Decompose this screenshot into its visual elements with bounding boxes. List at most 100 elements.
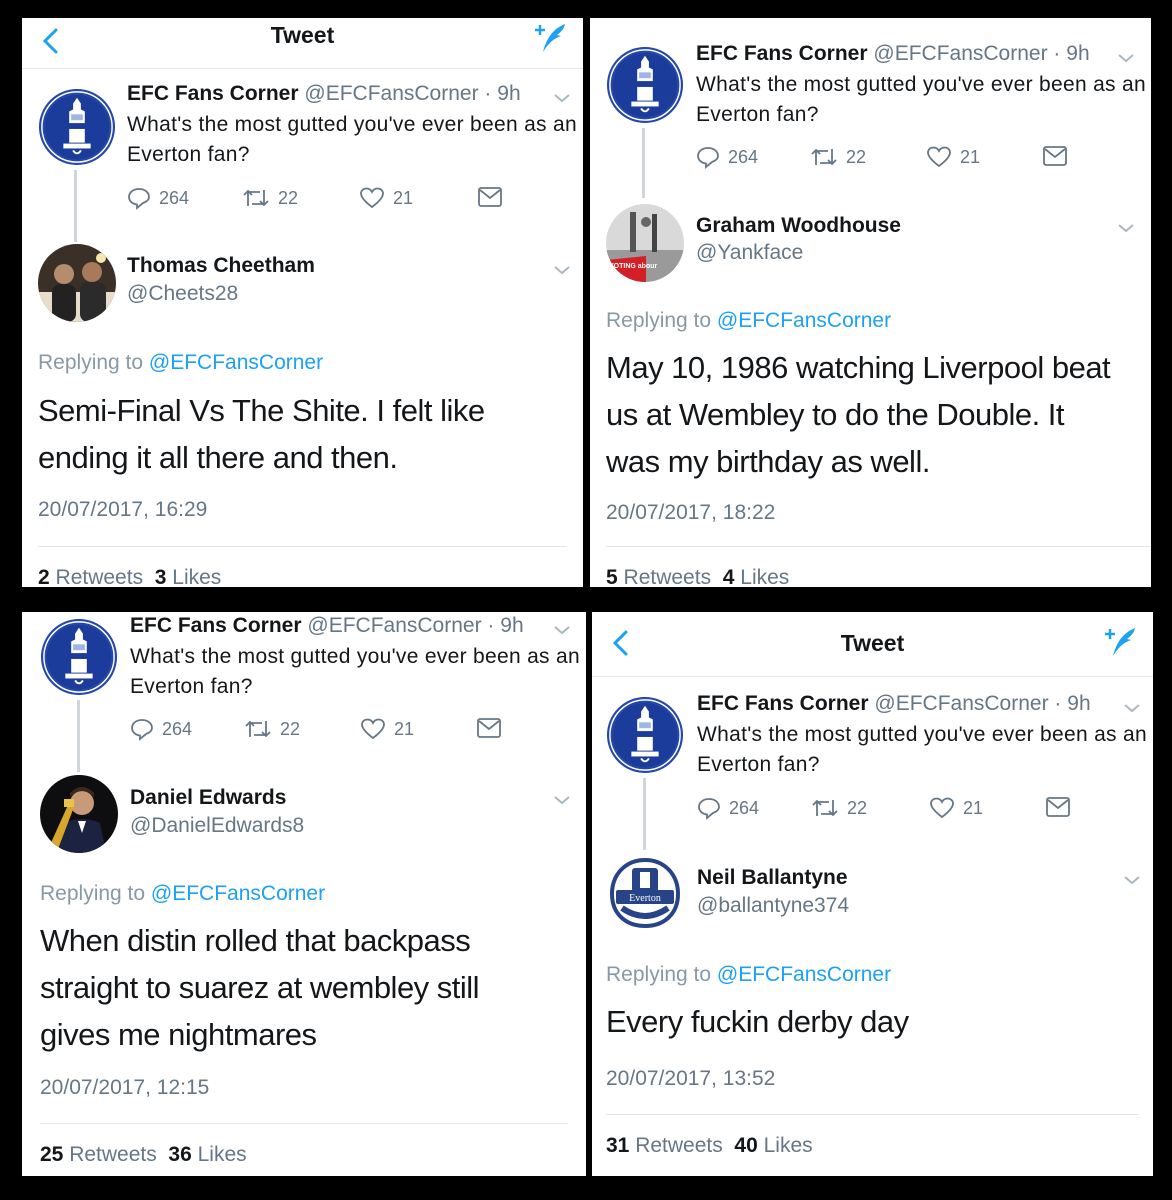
like-button[interactable]: 21 bbox=[926, 145, 980, 169]
efc-avatar[interactable] bbox=[606, 46, 684, 124]
chevron-down-icon[interactable] bbox=[1123, 874, 1141, 886]
replying-to: Replying to @EFCFansCorner bbox=[40, 882, 326, 905]
reply-text: When distin rolled that backpass straigh… bbox=[40, 923, 480, 1052]
reply-author-handle[interactable]: @ballantyne374 bbox=[697, 894, 849, 918]
engagement-stats: 31 Retweets 40 Likes bbox=[606, 1134, 813, 1157]
divider bbox=[606, 1114, 1139, 1115]
original-header: EFC Fans Corner @EFCFansCorner · 9h bbox=[697, 692, 1091, 715]
tweet-panel-neil: Tweet EFC Fans Corner @EFCFansCorner · 9… bbox=[592, 612, 1153, 1176]
divider bbox=[606, 546, 1151, 547]
original-actions: 264 22 21 bbox=[696, 145, 1096, 171]
direct-message-button[interactable] bbox=[1045, 796, 1071, 818]
chevron-down-icon[interactable] bbox=[553, 264, 571, 276]
reply-text: May 10, 1986 watching Liverpool beat us … bbox=[606, 350, 1111, 479]
heart-icon bbox=[927, 146, 951, 168]
compose-tweet-icon[interactable] bbox=[1101, 624, 1139, 660]
replying-to: Replying to @EFCFansCorner bbox=[606, 963, 892, 986]
original-text: What's the most gutted you've ever been … bbox=[697, 723, 1147, 776]
reply-icon bbox=[128, 188, 150, 210]
reply-author-name[interactable]: Thomas Cheetham bbox=[127, 254, 315, 278]
mention-link[interactable]: @EFCFansCorner bbox=[717, 963, 891, 986]
original-actions: 264 22 21 bbox=[697, 796, 1097, 822]
like-button[interactable]: 21 bbox=[359, 186, 413, 210]
direct-message-icon bbox=[1043, 146, 1067, 166]
original-header: EFC Fans Corner @EFCFansCorner · 9h bbox=[696, 42, 1090, 65]
reply-author-handle[interactable]: @Yankface bbox=[696, 241, 803, 265]
mention-link[interactable]: @EFCFansCorner bbox=[149, 351, 323, 374]
thread-line bbox=[77, 700, 80, 772]
retweet-icon bbox=[243, 189, 269, 207]
direct-message-button[interactable] bbox=[476, 717, 502, 739]
reply-avatar[interactable]: VOTING abour bbox=[606, 204, 684, 282]
heart-icon bbox=[930, 797, 954, 819]
direct-message-icon bbox=[477, 718, 501, 738]
nav-title: Tweet bbox=[270, 22, 335, 48]
reply-button[interactable]: 264 bbox=[696, 145, 758, 169]
nav-title: Tweet bbox=[840, 630, 905, 656]
chevron-down-icon[interactable] bbox=[553, 624, 571, 636]
engagement-stats: 25 Retweets 36 Likes bbox=[40, 1143, 247, 1166]
replying-to: Replying to @EFCFansCorner bbox=[606, 309, 892, 332]
divider bbox=[38, 546, 567, 547]
reply-text: Semi-Final Vs The Shite. I felt like end… bbox=[38, 393, 485, 475]
tweet-panel-graham: EFC Fans Corner @EFCFansCorner · 9h What… bbox=[590, 18, 1151, 587]
reply-avatar[interactable]: Everton bbox=[606, 854, 684, 932]
retweet-button[interactable]: 22 bbox=[242, 186, 298, 210]
direct-message-icon bbox=[478, 187, 502, 207]
reply-avatar[interactable] bbox=[40, 775, 118, 853]
reply-icon bbox=[698, 798, 720, 820]
chevron-down-icon[interactable] bbox=[1117, 52, 1135, 64]
heart-icon bbox=[360, 187, 384, 209]
chevron-down-icon[interactable] bbox=[553, 92, 571, 104]
retweet-icon bbox=[812, 799, 838, 817]
original-actions: 264 22 21 bbox=[127, 186, 527, 212]
direct-message-button[interactable] bbox=[477, 186, 503, 208]
retweet-button[interactable]: 22 bbox=[811, 796, 867, 820]
original-text: What's the most gutted you've ever been … bbox=[130, 645, 580, 698]
reply-avatar[interactable] bbox=[38, 244, 116, 322]
direct-message-button[interactable] bbox=[1042, 145, 1068, 167]
reply-author-handle[interactable]: @Cheets28 bbox=[127, 282, 238, 306]
avatar-badge-text: Everton bbox=[629, 893, 661, 904]
like-button[interactable]: 21 bbox=[929, 796, 983, 820]
thread-line bbox=[74, 170, 77, 242]
divider bbox=[40, 1123, 568, 1124]
chevron-down-icon[interactable] bbox=[1123, 702, 1141, 714]
original-actions: 264 22 21 bbox=[130, 717, 530, 743]
timestamp: 20/07/2017, 13:52 bbox=[606, 1067, 776, 1090]
original-header: EFC Fans Corner @EFCFansCorner · 9h bbox=[130, 614, 524, 637]
reply-button[interactable]: 264 bbox=[127, 186, 189, 210]
retweet-icon bbox=[245, 720, 271, 738]
retweet-button[interactable]: 22 bbox=[244, 717, 300, 741]
engagement-stats: 2 Retweets 3 Likes bbox=[38, 566, 222, 587]
efc-avatar[interactable] bbox=[38, 88, 116, 166]
tweet-panel-daniel: EFC Fans Corner @EFCFansCorner · 9h What… bbox=[22, 612, 586, 1176]
like-button[interactable]: 21 bbox=[360, 717, 414, 741]
efc-avatar[interactable] bbox=[40, 618, 118, 696]
chevron-down-icon[interactable] bbox=[1117, 222, 1135, 234]
efc-avatar[interactable] bbox=[606, 696, 684, 774]
replying-to: Replying to @EFCFansCorner bbox=[38, 351, 324, 374]
retweet-button[interactable]: 22 bbox=[810, 145, 866, 169]
reply-button[interactable]: 264 bbox=[130, 717, 192, 741]
reply-icon bbox=[131, 719, 153, 741]
timestamp: 20/07/2017, 18:22 bbox=[606, 501, 776, 524]
original-text: What's the most gutted you've ever been … bbox=[696, 73, 1146, 126]
reply-author-name[interactable]: Daniel Edwards bbox=[130, 786, 286, 810]
engagement-stats: 5 Retweets 4 Likes bbox=[606, 566, 790, 587]
mention-link[interactable]: @EFCFansCorner bbox=[717, 309, 891, 332]
compose-tweet-icon[interactable] bbox=[531, 20, 569, 56]
avatar-banner-text: VOTING abour bbox=[609, 263, 658, 270]
reply-author-name[interactable]: Graham Woodhouse bbox=[696, 214, 901, 238]
reply-author-name[interactable]: Neil Ballantyne bbox=[697, 866, 848, 890]
thread-line bbox=[643, 778, 646, 850]
reply-button[interactable]: 264 bbox=[697, 796, 759, 820]
original-header: EFC Fans Corner @EFCFansCorner · 9h bbox=[127, 82, 521, 105]
thread-line bbox=[642, 128, 645, 198]
original-text: What's the most gutted you've ever been … bbox=[127, 113, 577, 166]
nav-bar: Tweet bbox=[22, 18, 583, 69]
heart-icon bbox=[361, 718, 385, 740]
reply-author-handle[interactable]: @DanielEdwards8 bbox=[130, 814, 304, 838]
mention-link[interactable]: @EFCFansCorner bbox=[151, 882, 325, 905]
chevron-down-icon[interactable] bbox=[553, 794, 571, 806]
